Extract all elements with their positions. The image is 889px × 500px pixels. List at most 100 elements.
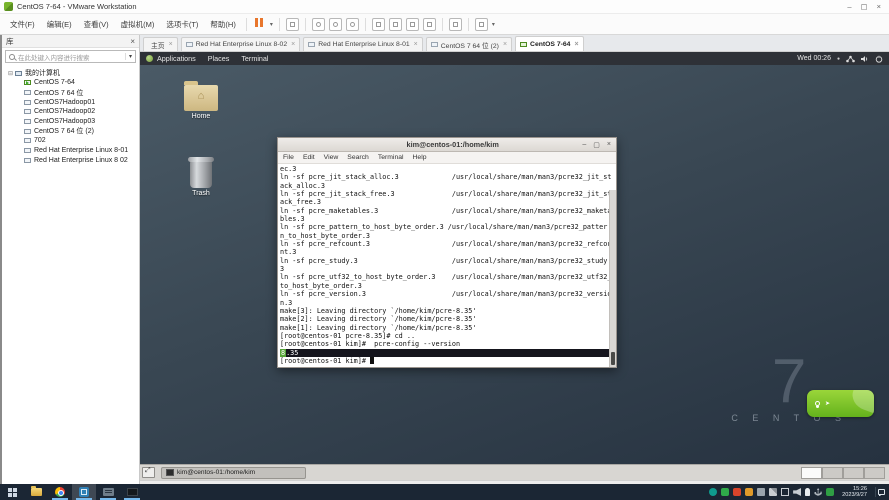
vm-tree-item[interactable]: CentOS 7 64 位 (2) — [8, 126, 139, 136]
pause-dropdown-caret[interactable]: ▾ — [270, 21, 273, 28]
gnome-menu-item[interactable]: Terminal — [241, 54, 268, 63]
vmware-tools-notification[interactable]: ➤ — [807, 390, 874, 417]
window-task-button[interactable]: kim@centos-01:/home/kim — [161, 467, 306, 479]
snapshot-button[interactable] — [329, 18, 342, 31]
tray-icon[interactable] — [793, 488, 801, 496]
snapshot-button[interactable] — [346, 18, 359, 31]
snapshot-button[interactable] — [312, 18, 325, 31]
vm-monitor-icon — [24, 90, 31, 95]
terminal-menu-item[interactable]: Edit — [303, 154, 315, 161]
vm-tree-item[interactable]: CentOS 7-64 — [8, 78, 139, 88]
search-dropdown-caret[interactable]: ▾ — [125, 53, 135, 60]
vm-tab[interactable]: Red Hat Enterprise Linux 8-02 × — [181, 37, 301, 51]
desktop-icon-home[interactable]: Home — [173, 85, 229, 120]
maximize-button[interactable]: ▢ — [861, 2, 868, 11]
window-controls: – ▢ × — [847, 2, 885, 11]
taskbar-app-button[interactable] — [72, 484, 96, 500]
workspace-box[interactable] — [864, 467, 885, 479]
tree-root-my-computer[interactable]: ⊟ 我的计算机 — [8, 68, 139, 78]
tray-icon[interactable] — [757, 488, 765, 496]
terminal-menu-item[interactable]: Help — [413, 154, 427, 161]
menu-item[interactable]: 帮助(H) — [204, 16, 241, 33]
tray-icon[interactable] — [805, 488, 810, 496]
tray-icon[interactable] — [709, 488, 717, 496]
tab-close-icon[interactable]: × — [291, 41, 295, 48]
menu-item[interactable]: 选项卡(T) — [160, 16, 204, 33]
show-desktop-button[interactable] — [142, 467, 155, 478]
terminal-minimize-button[interactable]: – — [582, 141, 586, 149]
taskbar-app-button[interactable] — [24, 484, 48, 500]
menu-item[interactable]: 编辑(E) — [41, 16, 78, 33]
terminal-scrollbar[interactable] — [609, 190, 616, 367]
pause-button[interactable] — [253, 18, 266, 31]
tab-close-icon[interactable]: × — [503, 41, 507, 48]
tree-expander-icon[interactable]: ⊟ — [8, 70, 13, 77]
gnome-clock[interactable]: Wed 00:26 — [797, 55, 831, 62]
stretch-dropdown-caret[interactable]: ▾ — [492, 21, 495, 28]
menu-item[interactable]: 查看(V) — [78, 16, 115, 33]
layout-button[interactable] — [389, 18, 402, 31]
vm-tab[interactable]: 主页 × — [143, 37, 178, 51]
terminal-window[interactable]: kim@centos-01:/home/kim – ▢ × File Edit Vi… — [277, 137, 617, 368]
vm-tree-item[interactable]: CentOS 7 64 位 — [8, 88, 139, 98]
taskbar-app-button[interactable] — [0, 484, 24, 500]
tray-icon[interactable] — [814, 488, 822, 496]
taskbar-app-button[interactable] — [96, 484, 120, 500]
vm-tree-item[interactable]: Red Hat Enterprise Linux 8-01 — [8, 146, 139, 156]
free-stretch-button[interactable] — [475, 18, 488, 31]
tab-close-icon[interactable]: × — [574, 41, 578, 48]
vm-tab[interactable]: CentOS 7-64 × — [515, 36, 584, 51]
terminal-maximize-button[interactable]: ▢ — [593, 141, 600, 149]
tray-icon[interactable] — [733, 488, 741, 496]
tray-icon[interactable] — [769, 488, 777, 496]
volume-icon[interactable] — [861, 55, 869, 63]
network-icon[interactable] — [846, 55, 855, 63]
send-ctrl-alt-del-button[interactable] — [286, 18, 299, 31]
vm-tree-item[interactable]: Red Hat Enterprise Linux 8 02 — [8, 156, 139, 166]
taskbar-app-button[interactable] — [120, 484, 144, 500]
vm-tree-item[interactable]: CentOS7Hadoop02 — [8, 107, 139, 117]
layout-button[interactable] — [372, 18, 385, 31]
vm-tree-item[interactable]: CentOS7Hadoop01 — [8, 97, 139, 107]
tray-icon[interactable] — [721, 488, 729, 496]
workspace-box[interactable] — [801, 467, 822, 479]
tab-close-icon[interactable]: × — [414, 41, 418, 48]
terminal-close-button[interactable]: × — [607, 141, 611, 149]
vmware-logo-icon — [4, 2, 13, 11]
terminal-menu-item[interactable]: View — [324, 154, 339, 161]
terminal-menu-item[interactable]: File — [283, 154, 294, 161]
layout-button[interactable] — [406, 18, 419, 31]
tray-icon[interactable] — [745, 488, 753, 496]
terminal-titlebar[interactable]: kim@centos-01:/home/kim – ▢ × — [278, 138, 616, 152]
vm-tree-item[interactable]: CentOS7Hadoop03 — [8, 117, 139, 127]
library-close-icon[interactable]: × — [130, 37, 135, 46]
close-button[interactable]: × — [877, 2, 881, 11]
gnome-menu-item[interactable]: Places — [208, 54, 230, 63]
vm-tree-item[interactable]: 702 — [8, 136, 139, 146]
workspace-box[interactable] — [822, 467, 843, 479]
tab-close-icon[interactable]: × — [169, 41, 173, 48]
scrollbar-thumb[interactable] — [611, 352, 615, 365]
workspace-box[interactable] — [843, 467, 864, 479]
library-search-input[interactable]: 在此处键入内容进行搜索 ▾ — [5, 50, 136, 63]
taskbar-app-button[interactable] — [48, 484, 72, 500]
tray-icon[interactable] — [781, 488, 789, 496]
terminal-menu-item[interactable]: Search — [347, 154, 369, 161]
taskbar-clock[interactable]: 15:26 2023/9/27 — [838, 486, 871, 499]
vm-tab[interactable]: CentOS 7 64 位 (2) × — [426, 37, 512, 51]
terminal-menu-item[interactable]: Terminal — [378, 154, 404, 161]
desktop-icon-trash[interactable]: Trash — [173, 160, 229, 197]
action-center-button[interactable] — [875, 487, 886, 497]
minimize-button[interactable]: – — [847, 2, 851, 11]
power-icon[interactable] — [875, 55, 883, 63]
tray-icon[interactable] — [826, 488, 834, 496]
menu-item[interactable]: 虚拟机(M) — [115, 16, 161, 33]
console-view-button[interactable] — [449, 18, 462, 31]
layout-button[interactable] — [423, 18, 436, 31]
vm-monitor-icon — [24, 138, 31, 143]
menu-item[interactable]: 文件(F) — [4, 16, 41, 33]
gnome-menu-item[interactable]: Applications — [157, 54, 196, 63]
vm-tab[interactable]: Red Hat Enterprise Linux 8-01 × — [303, 37, 423, 51]
taskbar-app-icon — [127, 488, 138, 496]
terminal-output[interactable]: ec.3ln -sf pcre_jit_stack_alloc.3 /usr/l… — [278, 164, 616, 367]
